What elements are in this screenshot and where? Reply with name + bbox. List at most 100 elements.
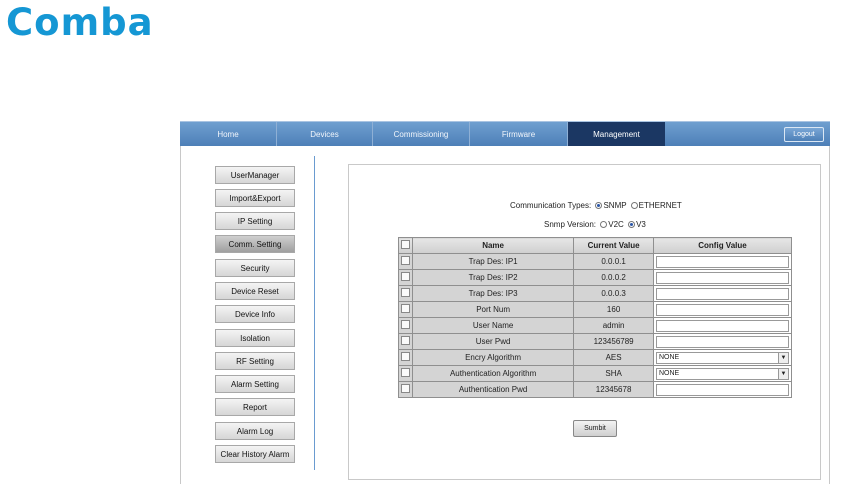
row-config-cell <box>652 285 793 302</box>
table-row: User Pwd 123456789 <box>398 333 793 350</box>
chevron-down-icon[interactable]: ▼ <box>777 368 788 379</box>
table-row: Encry Algorithm AES NONE ▼ <box>398 349 793 366</box>
snmp-settings-table: Name Current Value Config Value Trap Des… <box>398 237 793 398</box>
row-current-value: 160 <box>573 301 654 318</box>
row-checkbox-cell <box>398 253 413 270</box>
header-config-value: Config Value <box>652 237 793 254</box>
trap-ip2-input[interactable] <box>655 271 789 284</box>
row-name: Trap Des: IP1 <box>411 253 575 270</box>
nav-tab-firmware[interactable]: Firmware <box>470 122 568 147</box>
row-checkbox[interactable] <box>400 304 410 313</box>
row-current-value: 0.0.0.1 <box>573 253 654 270</box>
row-current-value: SHA <box>573 365 654 382</box>
auth-algorithm-value: NONE <box>658 369 680 377</box>
sidebar-item-usermanager[interactable]: UserManager <box>215 166 295 184</box>
row-name: Trap Des: IP2 <box>411 269 575 286</box>
row-current-value: admin <box>573 317 654 334</box>
row-config-cell <box>652 253 793 270</box>
comm-types-label: Communication Types: <box>510 201 592 210</box>
row-checkbox[interactable] <box>400 272 410 281</box>
row-checkbox[interactable] <box>400 256 410 265</box>
auth-algorithm-select[interactable]: NONE ▼ <box>655 367 789 380</box>
trap-ip1-input[interactable] <box>655 255 789 268</box>
row-name: Encry Algorithm <box>411 349 575 366</box>
table-row: Authentication Pwd 12345678 <box>398 381 793 398</box>
row-checkbox[interactable] <box>400 288 410 297</box>
radio-v2c-label: V2C <box>608 220 624 229</box>
row-config-cell <box>652 269 793 286</box>
sidebar-item-security[interactable]: Security <box>215 259 295 277</box>
row-name: Port Num <box>411 301 575 318</box>
row-current-value: AES <box>573 349 654 366</box>
nav-tab-home[interactable]: Home <box>180 122 277 147</box>
radio-v2c[interactable] <box>600 221 608 228</box>
nav-tab-devices[interactable]: Devices <box>277 122 373 147</box>
row-name: User Name <box>411 317 575 334</box>
user-pwd-input[interactable] <box>655 335 789 348</box>
row-checkbox-cell <box>398 301 413 318</box>
row-name: Trap Des: IP3 <box>411 285 575 302</box>
row-checkbox[interactable] <box>400 368 410 377</box>
sidebar-item-isolation[interactable]: Isolation <box>215 329 295 347</box>
row-current-value: 0.0.0.2 <box>573 269 654 286</box>
header-name: Name <box>411 237 575 254</box>
sidebar-item-report[interactable]: Report <box>215 398 295 416</box>
row-current-value: 12345678 <box>573 381 654 398</box>
sidebar-item-alarm-log[interactable]: Alarm Log <box>215 422 295 440</box>
row-checkbox[interactable] <box>400 336 410 345</box>
row-checkbox[interactable] <box>400 320 410 329</box>
logo-text: Comba <box>6 1 154 44</box>
radio-ethernet-label: ETHERNET <box>638 201 682 210</box>
table-row: Authentication Algorithm SHA NONE ▼ <box>398 365 793 382</box>
user-name-input[interactable] <box>655 319 789 332</box>
radio-ethernet[interactable] <box>630 202 638 209</box>
snmp-version-label: Snmp Version: <box>544 220 597 229</box>
top-nav: Home Devices Commissioning Firmware Mana… <box>180 121 830 147</box>
row-current-value: 123456789 <box>573 333 654 350</box>
row-config-cell <box>652 381 793 398</box>
radio-v3[interactable] <box>628 221 636 228</box>
chevron-down-icon[interactable]: ▼ <box>777 352 788 363</box>
table-row: Trap Des: IP1 0.0.0.1 <box>398 253 793 270</box>
radio-snmp-label: SNMP <box>603 201 627 210</box>
port-num-input[interactable] <box>655 303 789 316</box>
radio-v3-label: V3 <box>636 220 646 229</box>
row-checkbox-cell <box>398 349 413 366</box>
sidebar-item-import-export[interactable]: Import&Export <box>215 189 295 207</box>
header-current-value: Current Value <box>573 237 654 254</box>
row-checkbox-cell <box>398 317 413 334</box>
row-name: Authentication Algorithm <box>411 365 575 382</box>
select-all-checkbox[interactable] <box>400 240 410 249</box>
auth-pwd-input[interactable] <box>655 383 789 396</box>
nav-tab-commissioning[interactable]: Commissioning <box>373 122 470 147</box>
encry-algorithm-value: NONE <box>658 353 680 361</box>
row-checkbox[interactable] <box>400 352 410 361</box>
sidebar-item-ip-setting[interactable]: IP Setting <box>215 212 295 230</box>
table-row: User Name admin <box>398 317 793 334</box>
radio-snmp[interactable] <box>595 202 603 209</box>
row-checkbox-cell <box>398 365 413 382</box>
row-checkbox-cell <box>398 269 413 286</box>
row-config-cell: NONE ▼ <box>652 349 793 366</box>
row-checkbox[interactable] <box>400 384 410 393</box>
sidebar-item-alarm-setting[interactable]: Alarm Setting <box>215 375 295 393</box>
nav-tab-management[interactable]: Management <box>568 122 665 147</box>
logout-button[interactable]: Logout <box>784 127 824 142</box>
row-config-cell <box>652 317 793 334</box>
submit-button[interactable]: Sumbit <box>573 420 617 437</box>
sidebar-item-device-info[interactable]: Device Info <box>215 305 295 323</box>
sidebar-item-clear-history-alarm[interactable]: Clear History Alarm <box>215 445 295 463</box>
row-checkbox-cell <box>398 381 413 398</box>
row-name: User Pwd <box>411 333 575 350</box>
select-all-cell <box>398 237 413 254</box>
table-row: Port Num 160 <box>398 301 793 318</box>
table-header-row: Name Current Value Config Value <box>398 237 793 254</box>
row-checkbox-cell <box>398 285 413 302</box>
encry-algorithm-select[interactable]: NONE ▼ <box>655 351 789 364</box>
sidebar-item-comm-setting[interactable]: Comm. Setting <box>215 235 295 253</box>
row-config-cell <box>652 333 793 350</box>
sidebar-item-device-reset[interactable]: Device Reset <box>215 282 295 300</box>
sidebar-item-rf-setting[interactable]: RF Setting <box>215 352 295 370</box>
row-config-cell <box>652 301 793 318</box>
trap-ip3-input[interactable] <box>655 287 789 300</box>
